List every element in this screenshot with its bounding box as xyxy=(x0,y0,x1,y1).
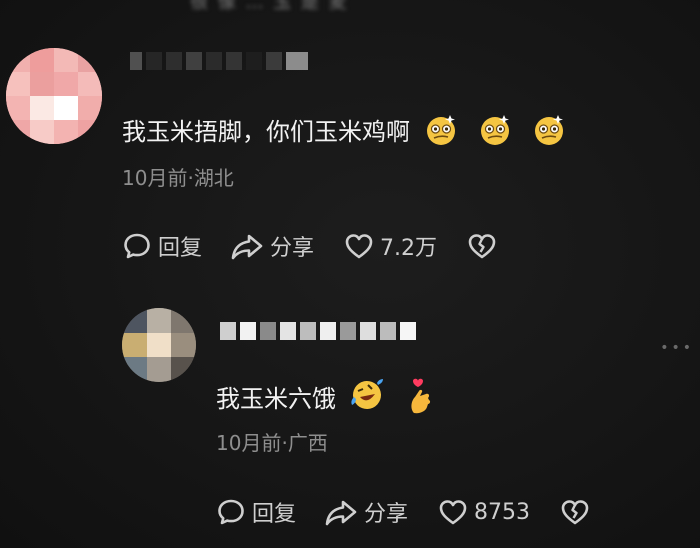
share-arrow-icon xyxy=(231,234,263,260)
comment-time: 10月前 xyxy=(216,431,282,455)
more-dots-icon[interactable]: ••• xyxy=(660,340,694,356)
avatar[interactable] xyxy=(6,48,102,144)
comment-text: 我玉米捂脚，你们玉米鸡啊 xyxy=(122,112,566,147)
reply-button[interactable]: 回复 xyxy=(122,230,202,262)
reply-label: 回复 xyxy=(252,502,297,527)
comment-location: 湖北 xyxy=(193,166,234,190)
like-count: 7.2万 xyxy=(380,236,438,261)
like-count: 8753 xyxy=(474,499,531,525)
broken-heart-icon xyxy=(468,234,496,259)
heart-outline-icon xyxy=(439,500,467,525)
dislike-button[interactable] xyxy=(560,498,590,526)
comment-time: 10月前 xyxy=(122,166,188,190)
share-arrow-icon xyxy=(325,500,357,526)
comment-body: 我玉米捂脚，你们玉米鸡啊 xyxy=(122,118,410,146)
reply-comment-meta: 10月前·广西 xyxy=(216,427,328,456)
username-blurred[interactable] xyxy=(220,322,416,340)
dizzy-face-emoji xyxy=(427,114,455,145)
dizzy-face-emoji xyxy=(481,114,509,145)
rofl-emoji xyxy=(351,379,383,409)
share-label: 分享 xyxy=(270,236,315,261)
comment-location: 广西 xyxy=(287,431,328,455)
reply-comment-text: 我玉米六饿 xyxy=(216,377,436,415)
username-blurred[interactable] xyxy=(130,52,308,70)
speech-bubble-icon xyxy=(124,233,150,259)
share-button[interactable]: 分享 xyxy=(324,496,408,528)
like-button[interactable]: 8753 xyxy=(438,498,530,526)
dizzy-face-emoji xyxy=(535,114,563,145)
reply-comment-actions: 回复 分享 8753 xyxy=(216,496,590,528)
share-label: 分享 xyxy=(364,502,409,527)
reply-button[interactable]: 回复 xyxy=(216,496,296,528)
speech-bubble-icon xyxy=(218,499,244,525)
broken-heart-icon xyxy=(561,500,589,525)
comment-body: 我玉米六饿 xyxy=(216,384,336,413)
previous-comment-fragment: 很 像 … 玉 是 麦 xyxy=(190,0,349,13)
reply-label: 回复 xyxy=(158,236,203,261)
heart-outline-icon xyxy=(345,234,373,259)
comment-meta: 10月前·湖北 xyxy=(122,162,234,191)
finger-heart-emoji xyxy=(411,378,431,414)
avatar[interactable] xyxy=(122,308,196,382)
dislike-button[interactable] xyxy=(467,232,497,260)
comment-actions: 回复 分享 7.2万 xyxy=(122,230,497,262)
comment-thread-screen: 很 像 … 玉 是 麦 我玉米捂脚，你们玉米鸡啊 10月前·湖北 回复 分享 7… xyxy=(0,0,700,548)
like-button[interactable]: 7.2万 xyxy=(344,230,437,262)
share-button[interactable]: 分享 xyxy=(230,230,314,262)
